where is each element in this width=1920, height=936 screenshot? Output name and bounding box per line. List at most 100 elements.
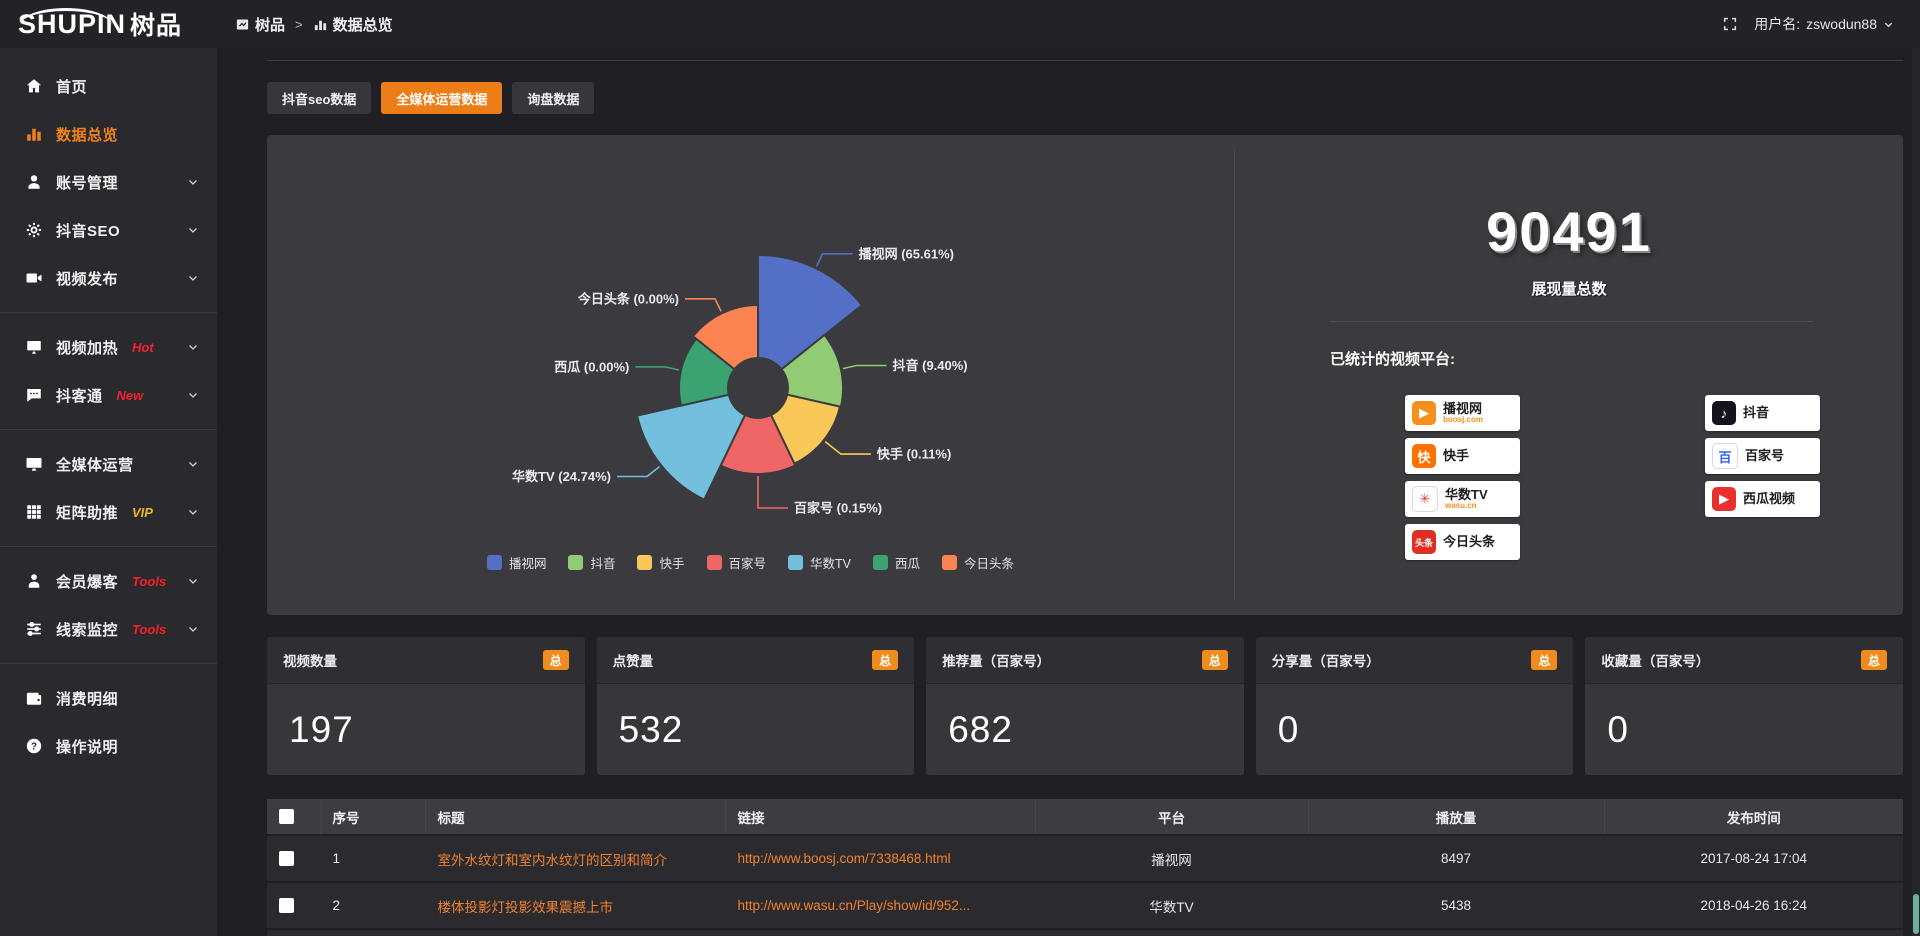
- breadcrumb-root[interactable]: 树品: [235, 14, 285, 35]
- sidebar-item-1-0[interactable]: 视频加热Hot: [0, 323, 217, 371]
- total-badge: 总: [1861, 650, 1887, 670]
- platform-column-1: ♪抖音百百家号▶西瓜视频: [1705, 395, 1820, 560]
- sidebar-item-4-1[interactable]: ?操作说明: [0, 722, 217, 770]
- user-menu[interactable]: 用户名: zswodun88: [1754, 14, 1894, 34]
- breadcrumb-current[interactable]: 数据总览: [313, 14, 393, 35]
- sidebar-item-0-0[interactable]: 首页: [0, 62, 217, 110]
- sidebar-item-label: 操作说明: [56, 736, 118, 757]
- pie-label-1: 抖音 (9.40%): [893, 358, 968, 373]
- legend-item-3[interactable]: 百家号: [707, 553, 767, 572]
- legend-item-5[interactable]: 西瓜: [873, 553, 920, 572]
- platform-subtext: boosj.com: [1443, 416, 1483, 424]
- video-url-link[interactable]: http://www.wasu.cn/Play/show/id/952...: [738, 898, 971, 913]
- chart-legend: 播视网 抖音 快手 百家号 华数TV 西瓜 今日头条: [267, 553, 1234, 572]
- legend-item-6[interactable]: 今日头条: [942, 553, 1014, 572]
- platform-badge-texts: 抖音: [1743, 406, 1769, 420]
- platform-subtext: wasu.cn: [1445, 502, 1488, 510]
- chevron-down-icon: [187, 458, 199, 470]
- user-icon: [24, 173, 44, 191]
- sidebar-item-1-1[interactable]: 抖客通New: [0, 371, 217, 419]
- kuaishou-logo: 快: [1412, 444, 1436, 468]
- table-row-1: 2 楼体投影灯投影效果震撼上市 http://www.wasu.cn/Play/sh…: [267, 882, 1903, 929]
- bar-chart-icon: [24, 125, 44, 143]
- column-header-0: 序号: [320, 799, 425, 835]
- header-separator: [267, 48, 1903, 61]
- sidebar-item-2-0[interactable]: 全媒体运营: [0, 440, 217, 488]
- home-icon: [24, 77, 44, 95]
- stat-card-value: 0: [1607, 709, 1629, 751]
- stat-card-header: 推荐量（百家号）总: [926, 637, 1244, 684]
- legend-item-1[interactable]: 抖音: [568, 553, 615, 572]
- person-icon: [24, 572, 44, 590]
- sidebar-item-3-0[interactable]: 会员爆客Tools: [0, 557, 217, 605]
- board-icon: [235, 17, 250, 32]
- stat-card-label: 视频数量: [283, 650, 337, 670]
- row-plays: 5438: [1308, 882, 1604, 929]
- row-index: 2: [320, 882, 425, 929]
- sidebar-item-0-2[interactable]: 账号管理: [0, 158, 217, 206]
- video-title-link[interactable]: 楼体投影灯投影效果震撼上市: [438, 900, 614, 915]
- sidebar-item-0-3[interactable]: 抖音SEO: [0, 206, 217, 254]
- tab-1[interactable]: 全媒体运营数据: [381, 82, 502, 114]
- total-badge: 总: [543, 650, 569, 670]
- platform-badge-1-2: ▶西瓜视频: [1705, 481, 1820, 517]
- platform-badge-texts: 百家号: [1745, 449, 1784, 463]
- stat-card-header: 点赞量总: [597, 637, 915, 684]
- pie-label-0: 播视网 (65.61%): [859, 246, 954, 261]
- pie-label-line-0: [817, 254, 853, 267]
- partial-cell: [1604, 929, 1903, 936]
- partial-cell: [320, 929, 425, 936]
- legend-item-4[interactable]: 华数TV: [788, 553, 851, 572]
- sidebar-item-0-1[interactable]: 数据总览: [0, 110, 217, 158]
- scrollbar-track[interactable]: [1912, 48, 1920, 936]
- row-checkbox[interactable]: [279, 851, 294, 866]
- platform-badge-texts: 快手: [1443, 449, 1469, 463]
- legend-swatch: [873, 555, 888, 570]
- total-impressions-caption: 展现量总数: [1235, 278, 1903, 299]
- partial-cell: [1035, 929, 1308, 936]
- sidebar-item-3-1[interactable]: 线索监控Tools: [0, 605, 217, 653]
- tab-2[interactable]: 询盘数据: [512, 82, 594, 114]
- sidebar-item-label: 会员爆客: [56, 571, 118, 592]
- fullscreen-icon[interactable]: [1722, 16, 1738, 32]
- platform-badge-texts: 西瓜视频: [1743, 492, 1795, 506]
- sidebar-item-label: 线索监控: [56, 619, 118, 640]
- stat-card-header: 收藏量（百家号） 总: [1585, 637, 1903, 684]
- partial-cell: [267, 929, 320, 936]
- tab-0[interactable]: 抖音seo数据: [267, 82, 371, 114]
- row-checkbox[interactable]: [279, 898, 294, 913]
- stat-card-value: 532: [619, 709, 684, 751]
- platform-badge-1-0: ♪抖音: [1705, 395, 1820, 431]
- chevron-down-icon: [1883, 19, 1894, 30]
- column-header-1: 标题: [425, 799, 725, 835]
- video-title-link[interactable]: 室外水纹灯和室内水纹灯的区别和简介: [438, 853, 668, 868]
- summary-divider: [1330, 321, 1813, 322]
- sidebar-item-0-4[interactable]: 视频发布: [0, 254, 217, 302]
- partial-cell: [425, 929, 725, 936]
- sidebar-item-4-0[interactable]: 消费明细: [0, 674, 217, 722]
- sidebar-item-2-1[interactable]: 矩阵助推VIP: [0, 488, 217, 536]
- pie-label-line-1: [843, 366, 887, 369]
- stat-card-label: 收藏量（百家号）: [1601, 650, 1709, 670]
- pie-slice-4[interactable]: [637, 395, 745, 500]
- sidebar-group-0: 首页数据总览账号管理抖音SEO视频发布: [0, 58, 217, 306]
- sidebar-item-badge: Hot: [132, 340, 154, 355]
- select-all-checkbox[interactable]: [279, 809, 294, 824]
- topbar-right: 用户名: zswodun88: [1722, 14, 1920, 34]
- legend-item-0[interactable]: 播视网: [487, 553, 547, 572]
- platform-name: 华数TV: [1445, 488, 1488, 502]
- total-badge: 总: [1531, 650, 1557, 670]
- monitor-icon: [24, 455, 44, 473]
- stat-card-header: 视频数量 总: [267, 637, 585, 684]
- chevron-down-icon: [187, 575, 199, 587]
- platform-badge-texts: 播视网boosj.com: [1443, 402, 1483, 424]
- chevron-down-icon: [187, 389, 199, 401]
- chevron-down-icon: [187, 623, 199, 635]
- legend-item-2[interactable]: 快手: [637, 553, 684, 572]
- stat-card-value: 682: [948, 709, 1013, 751]
- scrollbar-thumb[interactable]: [1913, 894, 1919, 934]
- video-url-link[interactable]: http://www.boosj.com/7338468.html: [738, 851, 951, 866]
- boosj-logo: ▶: [1412, 401, 1436, 425]
- chevron-down-icon: [187, 272, 199, 284]
- pie-label-2: 快手 (0.11%): [877, 447, 951, 462]
